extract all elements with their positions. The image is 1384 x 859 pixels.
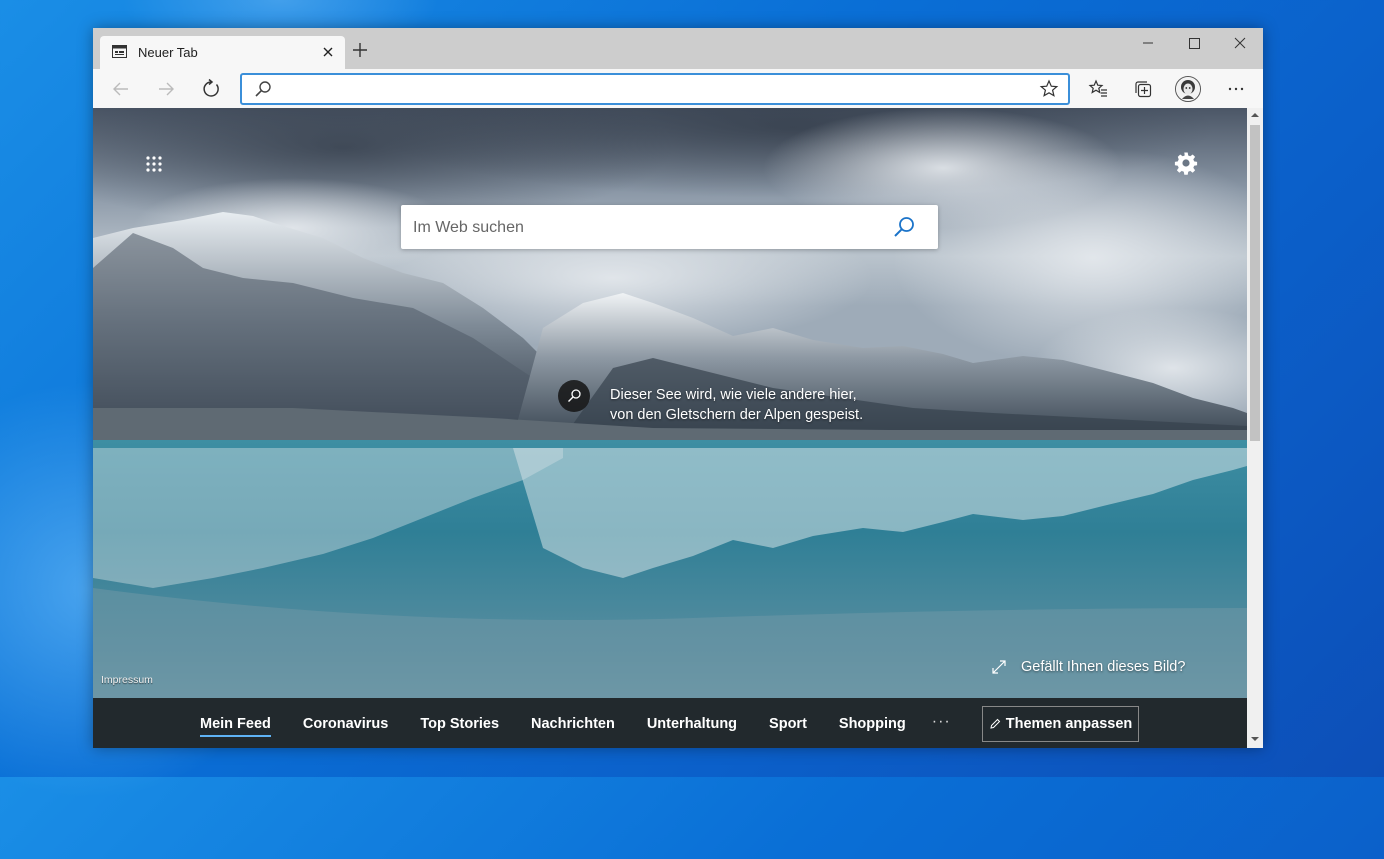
back-icon[interactable] <box>110 78 132 100</box>
toolbar <box>93 69 1263 109</box>
forward-icon[interactable] <box>155 78 177 100</box>
customize-themes-button[interactable]: Themen anpassen <box>982 706 1139 742</box>
close-tab-icon[interactable] <box>319 43 337 61</box>
customize-themes-label: Themen anpassen <box>1005 716 1133 732</box>
page-scrollbar[interactable] <box>1247 108 1263 748</box>
settings-gear-icon[interactable] <box>1174 151 1198 175</box>
like-image-link[interactable]: Gefällt Ihnen dieses Bild? <box>991 659 1185 675</box>
maximize-icon[interactable] <box>1171 28 1217 58</box>
feed-navigation-bar: Mein Feed Coronavirus Top Stories Nachri… <box>93 698 1247 748</box>
like-image-label: Gefällt Ihnen dieses Bild? <box>1021 659 1186 675</box>
profile-avatar[interactable] <box>1175 76 1201 102</box>
search-icon <box>255 81 271 97</box>
feed-tab-shopping[interactable]: Shopping <box>839 716 906 736</box>
tab-title: Neuer Tab <box>138 45 198 60</box>
more-icon[interactable] <box>1225 78 1247 100</box>
feed-tabs: Mein Feed Coronavirus Top Stories Nachri… <box>200 713 951 737</box>
new-tab-icon[interactable] <box>351 41 369 59</box>
feed-more-button[interactable]: ··· <box>932 713 951 733</box>
caption-line-1: Dieser See wird, wie viele andere hier, <box>610 387 857 403</box>
address-bar[interactable] <box>240 73 1070 105</box>
search-icon <box>568 389 581 402</box>
newtab-page-icon <box>112 45 127 58</box>
scroll-thumb[interactable] <box>1250 125 1260 441</box>
add-favorite-star-icon[interactable] <box>1039 79 1059 99</box>
feed-tab-top-stories[interactable]: Top Stories <box>420 716 499 736</box>
caption-line-2: von den Gletschern der Alpen gespeist. <box>610 407 864 423</box>
collections-icon[interactable] <box>1132 78 1154 100</box>
expand-icon <box>992 660 1006 674</box>
web-search-box[interactable] <box>401 205 938 249</box>
browser-window: Neuer Tab Im Web suchen Dieser See wird,… <box>93 28 1263 748</box>
apps-grid-icon[interactable] <box>143 153 165 175</box>
search-icon[interactable] <box>892 215 916 239</box>
new-tab-page: Dieser See wird, wie viele andere hier, … <box>93 108 1247 748</box>
background-landscape-image <box>93 108 1247 748</box>
refresh-icon[interactable] <box>200 78 222 100</box>
feed-tab-mein-feed[interactable]: Mein Feed <box>200 716 271 737</box>
feed-tab-nachrichten[interactable]: Nachrichten <box>531 716 615 736</box>
tab-new-tab[interactable]: Neuer Tab <box>100 36 345 69</box>
scroll-up-arrow-icon[interactable] <box>1251 112 1259 118</box>
pencil-icon <box>990 718 1000 729</box>
minimize-icon[interactable] <box>1125 28 1171 58</box>
close-window-icon[interactable] <box>1217 28 1263 58</box>
feed-tab-sport[interactable]: Sport <box>769 716 807 736</box>
feed-tab-unterhaltung[interactable]: Unterhaltung <box>647 716 737 736</box>
image-caption[interactable]: Dieser See wird, wie viele andere hier, … <box>610 385 863 425</box>
address-input[interactable] <box>282 79 1026 101</box>
image-info-button[interactable] <box>558 380 590 412</box>
favorites-icon[interactable] <box>1087 78 1109 100</box>
impressum-link[interactable]: Impressum <box>101 674 153 686</box>
feed-tab-coronavirus[interactable]: Coronavirus <box>303 716 388 736</box>
scroll-down-arrow-icon[interactable] <box>1251 736 1259 742</box>
title-bar: Neuer Tab <box>93 28 1263 69</box>
web-search-input[interactable] <box>411 213 875 243</box>
